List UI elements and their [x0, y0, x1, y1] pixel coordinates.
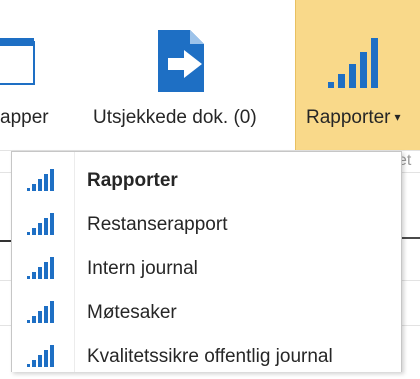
bar-chart-icon: [328, 38, 378, 88]
mapper-button[interactable]: apper: [0, 0, 76, 150]
document-checkout-icon: [158, 30, 204, 92]
dropdown-caret-icon: ▾: [394, 110, 401, 124]
ribbon: apper Utsjekkede dok. (0) Rapporter ▾: [0, 0, 420, 151]
menu-item-label: Intern journal: [87, 258, 198, 279]
divider: [400, 237, 420, 239]
menu-item-label: Kvalitetssikre offentlig journal: [87, 346, 333, 367]
rapporter-label-text: Rapporter: [306, 107, 391, 128]
bar-chart-icon: [27, 257, 54, 279]
bar-chart-icon: [27, 301, 54, 323]
folder-icon: [0, 38, 35, 85]
checked-out-documents-button[interactable]: Utsjekkede dok. (0): [84, 0, 289, 150]
rapporter-dropdown-menu: Rapporter Restanserapport Intern journal: [11, 151, 402, 372]
menu-item-label: Restanserapport: [87, 214, 228, 235]
menu-item-rapporter[interactable]: Rapporter: [12, 159, 401, 203]
bar-chart-icon: [27, 169, 54, 191]
menu-item-motesaker[interactable]: Møtesaker: [12, 291, 401, 335]
rapporter-label: Rapporter ▾: [306, 107, 401, 129]
mapper-label: apper: [0, 107, 49, 128]
bar-chart-icon: [27, 213, 54, 235]
menu-item-kvalitetssikre-offentlig-journal[interactable]: Kvalitetssikre offentlig journal: [12, 335, 401, 379]
rapporter-button[interactable]: Rapporter ▾: [295, 0, 420, 150]
menu-item-label: Møtesaker: [87, 302, 177, 323]
menu-item-label: Rapporter: [87, 170, 178, 191]
menu-item-restanserapport[interactable]: Restanserapport: [12, 203, 401, 247]
checked-out-documents-label: Utsjekkede dok. (0): [93, 107, 257, 128]
menu-item-intern-journal[interactable]: Intern journal: [12, 247, 401, 291]
bar-chart-icon: [27, 345, 54, 367]
